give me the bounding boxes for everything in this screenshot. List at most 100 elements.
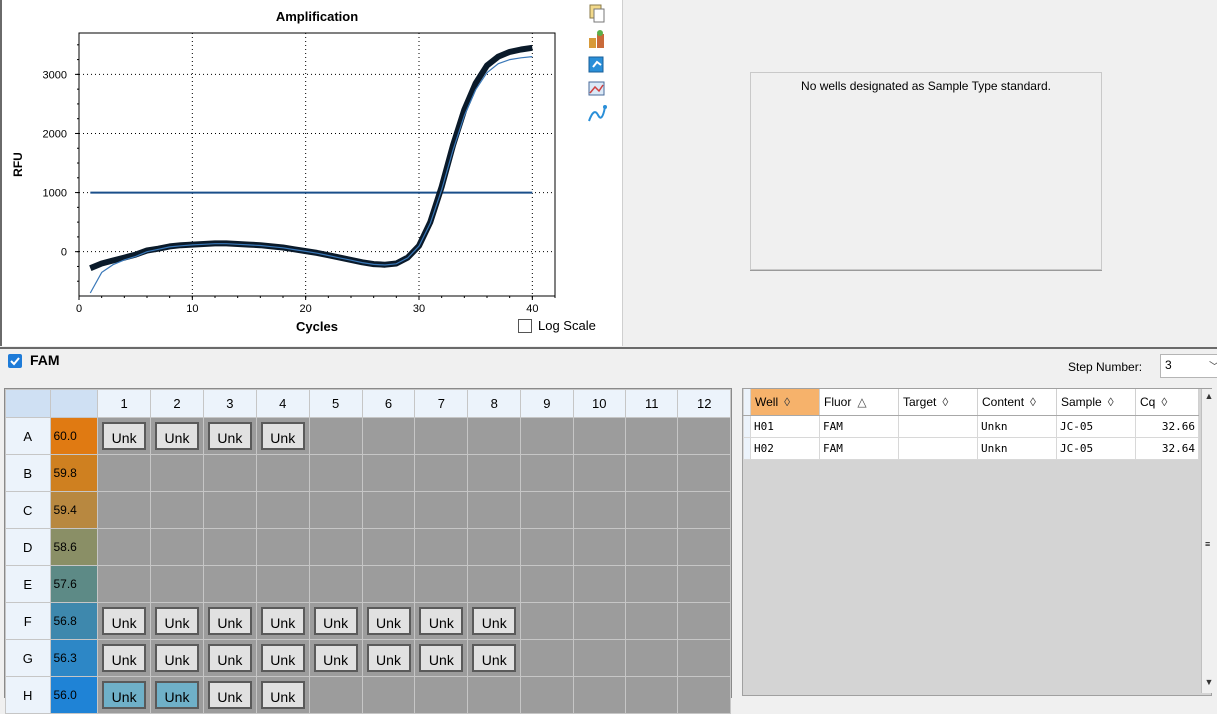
plate-well[interactable] — [572, 528, 626, 566]
step-number-select[interactable]: 3 ﹀ — [1160, 354, 1217, 378]
plate-row-header[interactable]: G — [5, 639, 51, 677]
sort-icon[interactable]: △ — [857, 395, 866, 409]
export-icon[interactable] — [586, 28, 608, 50]
well-content-badge[interactable]: Unk — [207, 607, 252, 635]
plate-well[interactable]: Unk — [97, 602, 152, 640]
plate-well[interactable] — [202, 565, 257, 603]
plate-column-header[interactable]: 1 — [97, 389, 152, 418]
well-content-badge[interactable]: Unk — [155, 607, 199, 635]
plate-row-header[interactable]: E — [5, 565, 51, 603]
plate-well[interactable] — [361, 417, 416, 455]
plate-well[interactable]: Unk — [97, 676, 152, 714]
well-content-badge[interactable]: Unk — [155, 644, 199, 672]
well-content-badge[interactable]: Unk — [155, 681, 199, 709]
plate-column-header[interactable]: 4 — [255, 389, 310, 418]
table-cell[interactable]: H01 — [750, 415, 820, 438]
plate-well[interactable]: Unk — [361, 639, 416, 677]
plate-well[interactable] — [520, 639, 574, 677]
scroll-up-icon[interactable]: ▲ — [1203, 391, 1215, 405]
plate-well[interactable]: Unk — [202, 417, 257, 455]
plate-well[interactable] — [467, 417, 522, 455]
well-content-badge[interactable]: Unk — [313, 607, 358, 635]
plate-well[interactable] — [520, 602, 574, 640]
plate-well[interactable] — [361, 454, 416, 492]
column-header-content[interactable]: Content ◊ — [977, 389, 1057, 416]
well-content-badge[interactable]: Unk — [260, 681, 305, 709]
well-content-badge[interactable]: Unk — [207, 644, 252, 672]
sort-icon[interactable]: ◊ — [784, 395, 790, 409]
plate-well[interactable] — [572, 565, 626, 603]
sort-icon[interactable]: ◊ — [1108, 395, 1114, 409]
plate-well[interactable] — [624, 565, 679, 603]
well-content-badge[interactable]: Unk — [419, 607, 464, 635]
sort-icon[interactable]: ◊ — [1161, 395, 1167, 409]
plate-well[interactable]: Unk — [255, 417, 310, 455]
plate-well[interactable] — [467, 454, 522, 492]
plate-well[interactable] — [572, 602, 626, 640]
plate-well[interactable] — [414, 454, 469, 492]
table-cell[interactable]: FAM — [819, 437, 899, 460]
plate-well[interactable] — [202, 528, 257, 566]
plate-well[interactable] — [308, 454, 363, 492]
plate-column-header[interactable]: 2 — [150, 389, 204, 418]
plate-well[interactable] — [361, 676, 416, 714]
plate-row-header[interactable]: C — [5, 491, 51, 529]
plate-column-header[interactable]: 9 — [520, 389, 574, 418]
fam-checkbox[interactable] — [8, 354, 22, 368]
curve-icon[interactable] — [586, 103, 608, 125]
table-cell[interactable]: JC-05 — [1056, 437, 1136, 460]
plate-well[interactable]: Unk — [255, 639, 310, 677]
table-row[interactable]: H01 FAM Unkn JC-05 32.66 — [743, 415, 1199, 438]
plate-well[interactable] — [624, 676, 679, 714]
plate-row-header[interactable]: D — [5, 528, 51, 566]
well-content-badge[interactable]: Unk — [472, 644, 517, 672]
refresh-icon[interactable] — [586, 53, 608, 75]
plate-column-header[interactable]: 7 — [414, 389, 469, 418]
plate-column-header[interactable]: 3 — [202, 389, 257, 418]
table-cell[interactable]: Unkn — [977, 437, 1057, 460]
log-scale-toggle[interactable]: Log Scale — [518, 318, 596, 333]
plate-well[interactable] — [361, 565, 416, 603]
plate-well[interactable] — [308, 676, 363, 714]
log-scale-checkbox[interactable] — [518, 318, 532, 333]
plate-well[interactable]: Unk — [361, 602, 416, 640]
plate-well[interactable]: Unk — [202, 639, 257, 677]
column-header-target[interactable]: Target ◊ — [898, 389, 978, 416]
well-content-badge[interactable]: Unk — [472, 607, 517, 635]
well-content-badge[interactable]: Unk — [207, 422, 252, 450]
plate-well[interactable] — [677, 491, 731, 529]
plate-well[interactable] — [467, 676, 522, 714]
plate-well[interactable]: Unk — [202, 676, 257, 714]
sort-icon[interactable]: ◊ — [942, 395, 948, 409]
plate-well[interactable] — [572, 454, 626, 492]
plate-column-header[interactable]: 5 — [308, 389, 363, 418]
plate-corner[interactable] — [5, 389, 51, 418]
well-content-badge[interactable]: Unk — [313, 644, 358, 672]
plate-row-header[interactable]: B — [5, 454, 51, 492]
plate-well[interactable] — [150, 491, 204, 529]
plate-well[interactable] — [308, 417, 363, 455]
well-content-badge[interactable]: Unk — [102, 607, 147, 635]
vertical-scrollbar[interactable]: ▲ ≡ ▼ — [1201, 389, 1216, 693]
well-content-badge[interactable]: Unk — [366, 644, 411, 672]
plate-well[interactable] — [467, 491, 522, 529]
well-content-badge[interactable]: Unk — [366, 607, 411, 635]
copy-icon[interactable] — [586, 3, 608, 25]
plate-well[interactable]: Unk — [467, 639, 522, 677]
plate-well[interactable] — [97, 528, 152, 566]
well-content-badge[interactable]: Unk — [260, 422, 305, 450]
table-cell[interactable]: 32.66 — [1135, 415, 1199, 438]
plate-well[interactable] — [97, 491, 152, 529]
plate-well[interactable] — [624, 528, 679, 566]
plate-well[interactable]: Unk — [308, 639, 363, 677]
plate-row-header[interactable]: F — [5, 602, 51, 640]
plate-well[interactable] — [308, 565, 363, 603]
column-header-cq[interactable]: Cq ◊ — [1135, 389, 1199, 416]
plate-well[interactable]: Unk — [150, 676, 204, 714]
plate-well[interactable] — [624, 454, 679, 492]
plate-well[interactable]: Unk — [97, 639, 152, 677]
plate-well[interactable] — [467, 528, 522, 566]
scroll-down-icon[interactable]: ▼ — [1203, 677, 1215, 691]
plate-well[interactable] — [520, 417, 574, 455]
plate-well[interactable] — [150, 528, 204, 566]
